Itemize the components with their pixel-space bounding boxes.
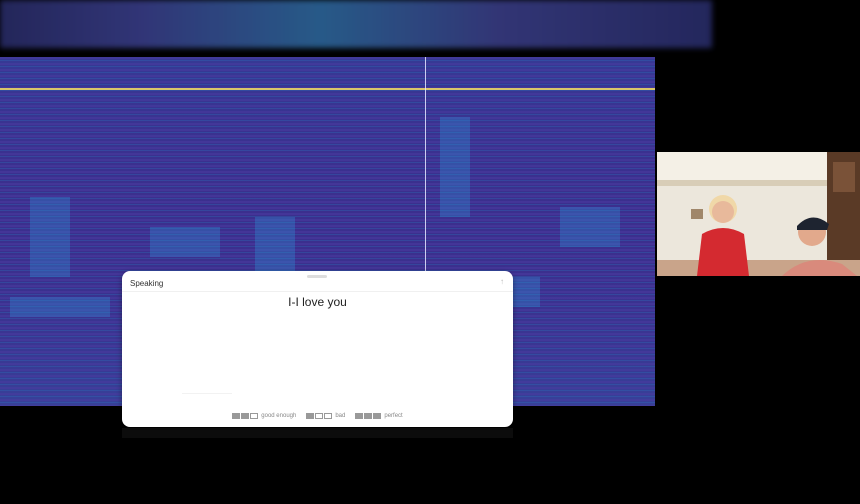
transcript-text: I-I love you	[288, 295, 347, 309]
rating-perfect[interactable]: perfect	[355, 413, 403, 419]
rating-label: good enough	[261, 413, 297, 419]
rating-good-enough[interactable]: good enough	[232, 413, 296, 419]
rating-bar: good enough bad perfect	[122, 413, 513, 419]
rating-label: perfect	[384, 413, 403, 419]
video-frame	[657, 152, 860, 276]
panel-divider	[122, 291, 513, 292]
marker-line	[0, 88, 655, 90]
rating-label: bad	[335, 413, 346, 419]
blurred-header-strip	[0, 0, 712, 48]
panel-drag-handle[interactable]	[307, 275, 327, 278]
rating-level-icon	[306, 413, 333, 419]
rating-level-icon	[232, 413, 259, 419]
faint-placeholder	[182, 387, 232, 394]
horizontal-scrollbar[interactable]	[122, 428, 513, 438]
collapse-icon[interactable]: ↑	[500, 277, 504, 286]
rating-level-icon	[355, 413, 382, 419]
speaking-panel: Speaking ↑ I-I love you good enough bad …	[122, 271, 513, 427]
video-thumbnail	[657, 152, 860, 276]
panel-title: Speaking	[130, 279, 164, 288]
rating-bad[interactable]: bad	[306, 413, 345, 419]
